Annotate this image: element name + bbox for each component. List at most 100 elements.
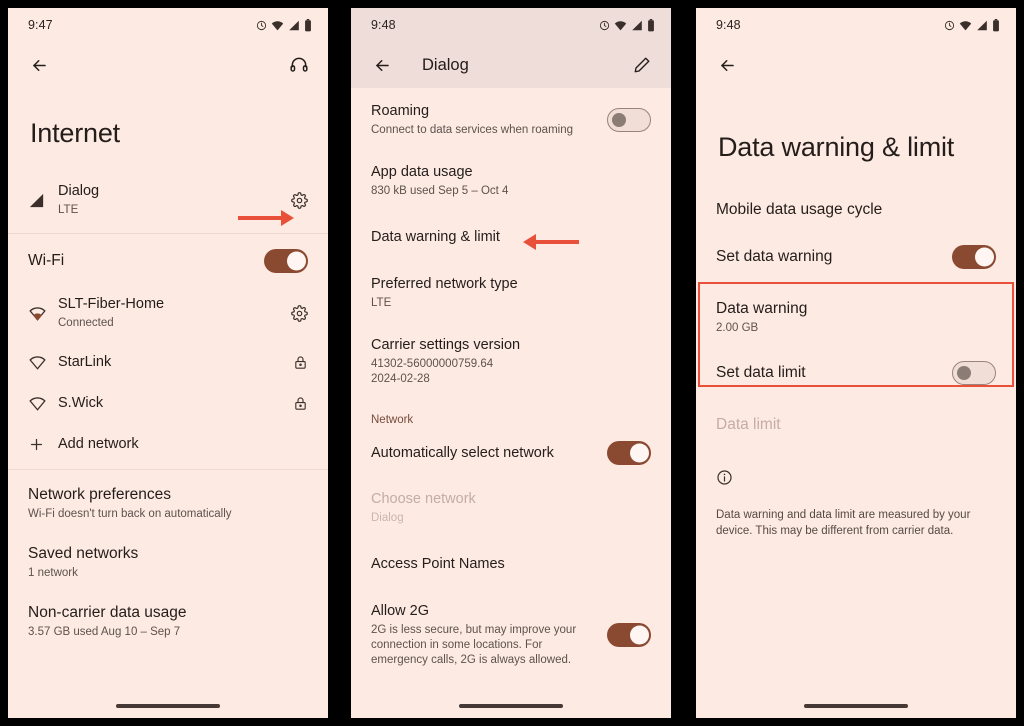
non-carrier-sub: 3.57 GB used Aug 10 – Sep 7 [28, 626, 181, 639]
add-network-label: Add network [58, 435, 139, 452]
wifi-toggle-row[interactable]: Wi-Fi [8, 238, 328, 284]
switch-knob [974, 247, 994, 267]
data-warning-row[interactable]: Data warning 2.00 GB [696, 283, 1016, 347]
section-label-network: Network [371, 414, 414, 427]
data-warning-limit-title: Data warning & limit [371, 229, 500, 246]
allow-2g-switch[interactable] [607, 623, 651, 648]
wifi-network-row[interactable]: StarLink [8, 342, 328, 383]
network-preferences-sub: Wi-Fi doesn't turn back on automatically [28, 507, 232, 520]
back-arrow-icon[interactable] [714, 52, 740, 78]
app-data-usage-row[interactable]: App data usage 830 kB used Sep 5 – Oct 4 [351, 149, 671, 210]
data-warning-title: Data warning [716, 300, 808, 318]
add-network-row[interactable]: Add network [8, 424, 328, 465]
phone-panel-internet: 9:47 Internet Dialog LTE Wi-Fi SLT-Fiber… [8, 8, 328, 718]
info-block: Data warning and data limit are measured… [696, 447, 1016, 540]
saved-networks-sub: 1 network [28, 567, 78, 580]
set-data-limit-title: Set data limit [716, 364, 806, 382]
carrier-version-texts: Carrier settings version 41302-560000007… [371, 336, 651, 387]
access-point-names-row[interactable]: Access Point Names [351, 537, 671, 588]
wifi-toggle-label: Wi-Fi [28, 251, 65, 269]
back-arrow-icon[interactable] [369, 52, 395, 78]
back-arrow-icon[interactable] [26, 52, 52, 78]
set-data-warning-texts: Set data warning [716, 247, 942, 267]
set-data-limit-switch-wrap [952, 361, 996, 386]
preferred-network-title: Preferred network type [371, 275, 518, 292]
sim-row-dialog[interactable]: Dialog LTE [8, 171, 328, 229]
preferred-network-texts: Preferred network type LTE [371, 275, 651, 311]
status-icons [599, 18, 655, 32]
wifi-network-gear-icon[interactable] [291, 304, 308, 322]
pencil-edit-icon[interactable] [629, 52, 655, 78]
saved-networks-row[interactable]: Saved networks 1 network [8, 533, 328, 592]
wifi-network-status: Connected [58, 316, 114, 329]
wifi-toggle-texts: Wi-Fi [28, 251, 254, 271]
info-text: Data warning and data limit are measured… [716, 508, 971, 538]
set-data-warning-row[interactable]: Set data warning [696, 231, 1016, 283]
data-limit-title: Data limit [716, 416, 781, 434]
auto-select-switch[interactable] [607, 441, 651, 466]
choose-network-title: Choose network [371, 491, 476, 508]
choose-network-sub: Dialog [371, 511, 404, 524]
set-data-warning-switch-wrap [952, 245, 996, 270]
allow-2g-sub: 2G is less secure, but may improve your … [371, 623, 577, 667]
data-warning-texts: Data warning 2.00 GB [716, 299, 996, 336]
preferred-network-sub: LTE [371, 296, 392, 309]
carrier-version-title: Carrier settings version [371, 336, 521, 353]
network-preferences-row[interactable]: Network preferences Wi-Fi doesn't turn b… [8, 474, 328, 533]
alarm-icon [599, 20, 610, 31]
headset-help-icon[interactable] [286, 52, 312, 78]
allow-2g-row[interactable]: Allow 2G 2G is less secure, but may impr… [351, 588, 671, 679]
allow-2g-switch-wrap [607, 623, 651, 648]
app-bar [696, 42, 1016, 88]
sim-settings-gear-icon[interactable] [291, 191, 308, 209]
signal-bars-icon [28, 193, 58, 208]
data-warning-limit-row[interactable]: Data warning & limit [351, 210, 671, 261]
mobile-data-usage-cycle-row[interactable]: Mobile data usage cycle [696, 189, 1016, 231]
usage-cycle-texts: Mobile data usage cycle [716, 200, 996, 220]
sim-row-texts: Dialog LTE [58, 182, 281, 218]
auto-select-title: Automatically select network [371, 444, 554, 461]
non-carrier-texts: Non-carrier data usage 3.57 GB used Aug … [28, 603, 308, 640]
wifi-empty-icon [28, 396, 58, 411]
auto-select-network-row[interactable]: Automatically select network [351, 430, 671, 476]
wifi-icon [614, 20, 627, 31]
gesture-nav-bar[interactable] [696, 694, 1016, 718]
set-data-warning-switch[interactable] [952, 245, 996, 270]
battery-icon [304, 18, 312, 32]
nav-pill[interactable] [116, 704, 220, 708]
wifi-network-row[interactable]: S.Wick [8, 383, 328, 424]
status-bar: 9:48 [696, 8, 1016, 42]
info-circle-icon [716, 469, 996, 491]
app-data-usage-title: App data usage [371, 164, 473, 181]
roaming-title: Roaming [371, 103, 430, 119]
app-bar-title: Dialog [422, 55, 469, 74]
wifi-network-row[interactable]: SLT-Fiber-Home Connected [8, 284, 328, 342]
gesture-nav-bar[interactable] [8, 694, 328, 718]
switch-knob [629, 443, 649, 463]
app-bar: Dialog [351, 42, 671, 88]
set-data-limit-switch[interactable] [952, 361, 996, 386]
signal-icon [976, 20, 988, 31]
wifi-master-switch[interactable] [264, 249, 308, 274]
non-carrier-title: Non-carrier data usage [28, 604, 187, 622]
status-bar: 9:48 [351, 8, 671, 42]
divider [8, 233, 328, 235]
status-icons [256, 18, 312, 32]
nav-pill[interactable] [459, 704, 563, 708]
signal-icon [288, 20, 300, 31]
set-data-limit-row[interactable]: Set data limit [696, 347, 1016, 401]
non-carrier-data-usage-row[interactable]: Non-carrier data usage 3.57 GB used Aug … [8, 592, 328, 651]
battery-icon [992, 18, 1000, 32]
phone-panel-data-warning-limit: 9:48 Data warning & limit Mobile data us… [696, 8, 1016, 718]
carrier-settings-version-row[interactable]: Carrier settings version 41302-560000007… [351, 322, 671, 398]
add-network-texts: Add network [58, 435, 308, 454]
gesture-nav-bar[interactable] [351, 694, 671, 718]
data-warning-value: 2.00 GB [716, 322, 759, 335]
wifi-icon [959, 20, 972, 31]
roaming-switch[interactable] [607, 108, 651, 132]
roaming-texts: Roaming Connect to data services when ro… [371, 102, 597, 138]
choose-network-texts: Choose network Dialog [371, 490, 651, 526]
nav-pill[interactable] [804, 704, 908, 708]
preferred-network-type-row[interactable]: Preferred network type LTE [351, 261, 671, 322]
roaming-row[interactable]: Roaming Connect to data services when ro… [351, 88, 671, 149]
